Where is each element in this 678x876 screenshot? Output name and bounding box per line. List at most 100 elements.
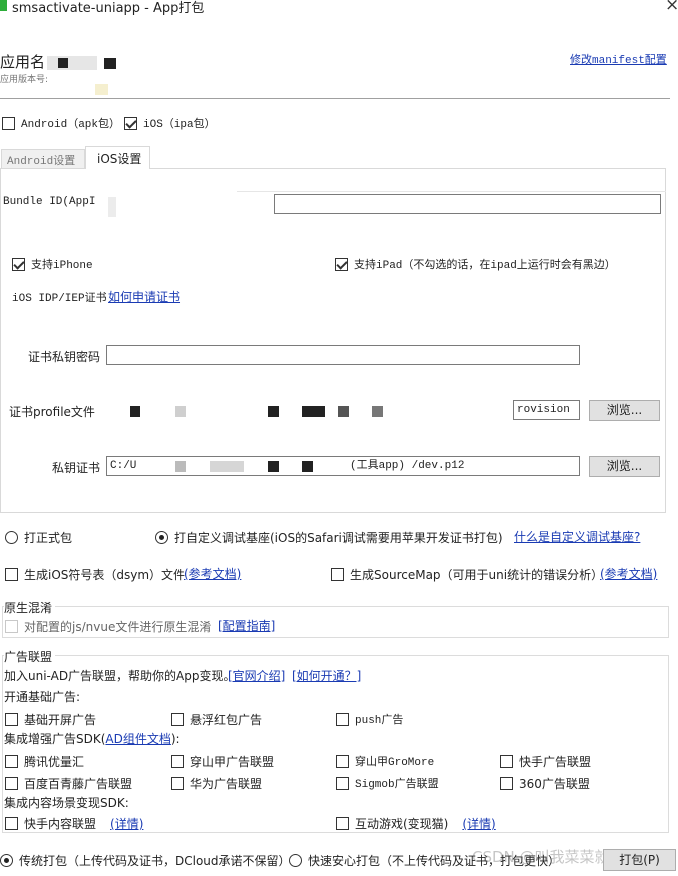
redacted-app-name — [58, 58, 68, 68]
ads-basic-item[interactable]: 基础开屏广告 — [5, 711, 96, 728]
obfuscation-label: 对配置的js/nvue文件进行原生混淆 — [24, 620, 212, 634]
ads-enhanced-item[interactable]: 穿山甲GroMore — [336, 753, 434, 769]
ads-enhanced-label: 华为广告联盟 — [190, 777, 263, 791]
tab-ios-settings-label: iOS设置 — [97, 152, 142, 166]
bundle-id-input[interactable] — [274, 194, 661, 214]
redacted-profile-path — [302, 406, 325, 417]
ads-basic-checkbox[interactable] — [5, 713, 18, 726]
ads-enhanced-checkbox[interactable] — [171, 777, 184, 790]
modify-manifest-link[interactable]: 修改manifest配置 — [570, 51, 667, 67]
ads-enhanced-doc-link[interactable]: AD组件文档 — [105, 732, 170, 746]
ads-enhanced-item[interactable]: 360广告联盟 — [500, 775, 590, 792]
obfuscation-option[interactable]: 对配置的js/nvue文件进行原生混淆 — [5, 618, 211, 635]
ads-enhanced-checkbox[interactable] — [5, 777, 18, 790]
fast-pack-radio[interactable] — [289, 854, 302, 867]
ads-enhanced-checkbox[interactable] — [5, 755, 18, 768]
window-title: smsactivate-uniapp - App打包 — [12, 1, 205, 16]
ads-enhanced-item[interactable]: 华为广告联盟 — [171, 775, 262, 792]
ios-checkbox[interactable] — [124, 116, 137, 130]
ads-enhanced-label: 百度百青藤广告联盟 — [24, 777, 133, 791]
redacted-bundle-id — [108, 197, 116, 217]
formal-package-label: 打正式包 — [24, 531, 73, 545]
ads-enhanced-checkbox[interactable] — [336, 776, 349, 790]
ads-content-item[interactable]: 互动游戏(变现猫) (详情) — [336, 815, 496, 832]
support-iphone-label: 支持iPhone — [31, 260, 93, 272]
support-iphone-option[interactable]: 支持iPhone — [12, 256, 93, 272]
private-key-password-label: 证书私钥密码 — [28, 350, 101, 364]
ads-content-checkbox[interactable] — [336, 817, 349, 830]
ads-enhanced-item[interactable]: 穿山甲广告联盟 — [171, 753, 274, 770]
ads-basic-checkbox[interactable] — [171, 713, 184, 726]
private-key-cert-suffix: (工具app) /dev.p12 — [350, 460, 465, 472]
support-iphone-checkbox[interactable] — [12, 257, 25, 271]
sourcemap-checkbox[interactable] — [331, 568, 344, 581]
ads-enhanced-checkbox[interactable] — [500, 755, 513, 768]
ads-enhanced-checkbox[interactable] — [171, 755, 184, 768]
support-ipad-checkbox[interactable] — [335, 257, 348, 271]
ads-content-title: 集成内容场景变现SDK: — [4, 796, 129, 810]
ads-enhanced-label: Sigmob广告联盟 — [355, 779, 439, 791]
pack-button[interactable]: 打包(P) — [603, 849, 676, 871]
custom-base-radio[interactable] — [155, 531, 168, 544]
traditional-pack-label: 传统打包（上传代码及证书，DCloud承诺不保留） — [19, 854, 291, 868]
ads-enhanced-item[interactable]: Sigmob广告联盟 — [336, 775, 439, 791]
ios-platform-option[interactable]: iOS（ipa包） — [124, 115, 216, 131]
android-platform-option[interactable]: Android（apk包） — [2, 115, 120, 131]
private-key-browse-button[interactable]: 浏览... — [589, 456, 660, 477]
support-ipad-label: 支持iPad（不勾选的话，在ipad上运行时会有黑边） — [354, 260, 616, 272]
ads-enhanced-title-suffix: ): — [170, 732, 180, 746]
ads-content-label: 互动游戏(变现猫) — [355, 817, 449, 831]
apply-cert-link[interactable]: 如何申请证书 — [108, 288, 180, 305]
ads-content-detail-link[interactable]: (详情) — [110, 815, 143, 832]
ads-enhanced-checkbox[interactable] — [336, 754, 349, 768]
dsym-doc-link[interactable]: (参考文档) — [184, 565, 241, 582]
ads-basic-checkbox[interactable] — [336, 712, 349, 726]
private-key-password-input[interactable] — [106, 345, 580, 365]
ads-basic-item[interactable]: 悬浮红包广告 — [171, 711, 262, 728]
ads-enhanced-item[interactable]: 快手广告联盟 — [500, 753, 591, 770]
profile-file-input[interactable]: rovision — [513, 400, 580, 420]
custom-base-option[interactable]: 打自定义调试基座(iOS的Safari调试需要用苹果开发证书打包) — [155, 529, 503, 546]
ads-basic-title: 开通基础广告: — [4, 690, 81, 704]
redacted-profile-path — [338, 406, 349, 417]
redacted-cert-path — [210, 461, 244, 472]
tab-ios-settings[interactable]: iOS设置 — [85, 146, 150, 169]
ads-enhanced-title-prefix: 集成增强广告SDK( — [4, 732, 106, 746]
obfuscation-guide-link[interactable]: [配置指南] — [218, 617, 275, 634]
obfuscation-checkbox[interactable] — [5, 620, 18, 633]
ads-enhanced-item[interactable]: 百度百青藤广告联盟 — [5, 775, 132, 792]
traditional-pack-radio[interactable] — [0, 854, 13, 867]
cert-type-label: iOS IDP/IEP证书 — [12, 293, 107, 305]
bundle-id-input-top-line — [237, 191, 666, 192]
formal-package-radio[interactable] — [5, 531, 18, 544]
dsym-option[interactable]: 生成iOS符号表（dsym）文件 — [5, 566, 185, 583]
dsym-checkbox[interactable] — [5, 568, 18, 581]
sourcemap-doc-link[interactable]: (参考文档) — [600, 565, 657, 582]
private-key-cert-prefix: C:/U — [110, 460, 137, 472]
redacted-profile-path — [175, 406, 186, 417]
ads-official-link[interactable]: [官网介绍] — [228, 667, 285, 684]
ads-enhanced-item[interactable]: 腾讯优量汇 — [5, 753, 84, 770]
formal-package-option[interactable]: 打正式包 — [5, 529, 72, 546]
profile-file-value: rovision — [517, 404, 570, 416]
ads-enhanced-checkbox[interactable] — [500, 777, 513, 790]
ads-enhanced-label: 穿山甲GroMore — [355, 757, 435, 769]
ads-content-item[interactable]: 快手内容联盟 (详情) — [5, 815, 143, 832]
sourcemap-option[interactable]: 生成SourceMap（可用于uni统计的错误分析） — [331, 566, 603, 583]
ads-content-detail-link[interactable]: (详情) — [462, 815, 495, 832]
ads-content-checkbox[interactable] — [5, 817, 18, 830]
ads-basic-label: 悬浮红包广告 — [190, 713, 263, 727]
tab-android-settings[interactable]: Android设置 — [1, 149, 85, 168]
sourcemap-label: 生成SourceMap（可用于uni统计的错误分析） — [350, 568, 604, 582]
support-ipad-option[interactable]: 支持iPad（不勾选的话，在ipad上运行时会有黑边） — [335, 256, 616, 272]
android-checkbox[interactable] — [2, 116, 15, 130]
traditional-pack-option[interactable]: 传统打包（上传代码及证书，DCloud承诺不保留） — [0, 852, 291, 869]
ads-enhanced-label: 穿山甲广告联盟 — [190, 755, 275, 769]
profile-browse-button[interactable]: 浏览... — [589, 400, 660, 421]
ads-how-link[interactable]: [如何开通？] — [292, 667, 361, 684]
custom-base-help-link[interactable]: 什么是自定义调试基座? — [514, 528, 640, 545]
tab-android-settings-label: Android设置 — [7, 156, 76, 168]
ads-basic-item[interactable]: push广告 — [336, 711, 403, 727]
close-icon[interactable]: × — [665, 0, 678, 15]
ads-enhanced-label: 快手广告联盟 — [519, 755, 592, 769]
